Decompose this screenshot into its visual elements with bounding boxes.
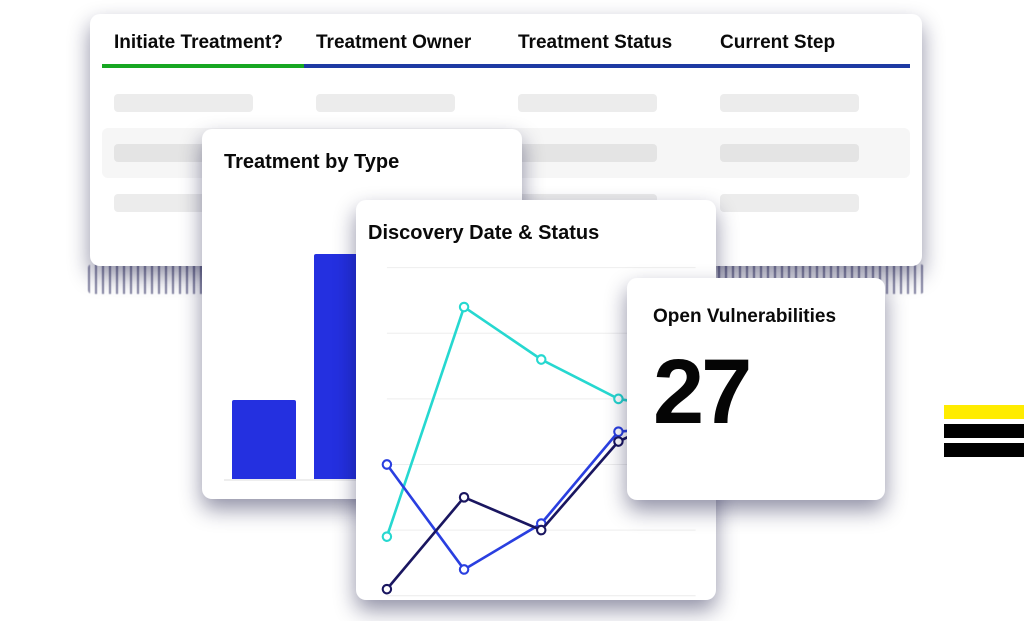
skeleton-placeholder bbox=[316, 94, 455, 112]
column-header[interactable]: Initiate Treatment? bbox=[102, 32, 304, 68]
data-point bbox=[460, 303, 468, 312]
decor-stripe-yellow bbox=[944, 405, 1024, 419]
data-point bbox=[383, 460, 391, 469]
decor-stripe-black bbox=[944, 443, 1024, 457]
table-cell bbox=[708, 144, 910, 162]
table-cell bbox=[304, 94, 506, 112]
bar bbox=[232, 400, 296, 479]
table-header-row: Initiate Treatment?Treatment OwnerTreatm… bbox=[102, 32, 910, 68]
skeleton-placeholder bbox=[720, 144, 859, 162]
data-point bbox=[460, 565, 468, 574]
data-point bbox=[614, 427, 622, 436]
table-cell bbox=[708, 194, 910, 212]
data-point bbox=[537, 355, 545, 364]
card-title: Discovery Date & Status bbox=[368, 222, 704, 245]
table-row[interactable] bbox=[102, 78, 910, 128]
skeleton-placeholder bbox=[114, 94, 253, 112]
table-cell bbox=[708, 94, 910, 112]
column-header[interactable]: Treatment Owner bbox=[304, 32, 506, 68]
skeleton-placeholder bbox=[720, 194, 859, 212]
data-point bbox=[614, 395, 622, 404]
open-vulnerabilities-card: Open Vulnerabilities 27 bbox=[627, 278, 885, 500]
data-point bbox=[460, 493, 468, 502]
column-header[interactable]: Treatment Status bbox=[506, 32, 708, 68]
skeleton-placeholder bbox=[518, 144, 657, 162]
data-point bbox=[614, 437, 622, 446]
table-cell bbox=[506, 144, 708, 162]
data-point bbox=[383, 532, 391, 541]
column-header[interactable]: Current Step bbox=[708, 32, 910, 68]
card-title: Treatment by Type bbox=[224, 151, 500, 174]
decor-stripe-black bbox=[944, 424, 1024, 438]
data-point bbox=[537, 526, 545, 535]
metric-title: Open Vulnerabilities bbox=[653, 306, 859, 328]
table-cell bbox=[102, 94, 304, 112]
data-point bbox=[383, 585, 391, 594]
table-cell bbox=[506, 94, 708, 112]
skeleton-placeholder bbox=[518, 94, 657, 112]
skeleton-placeholder bbox=[720, 94, 859, 112]
metric-value: 27 bbox=[653, 346, 859, 438]
